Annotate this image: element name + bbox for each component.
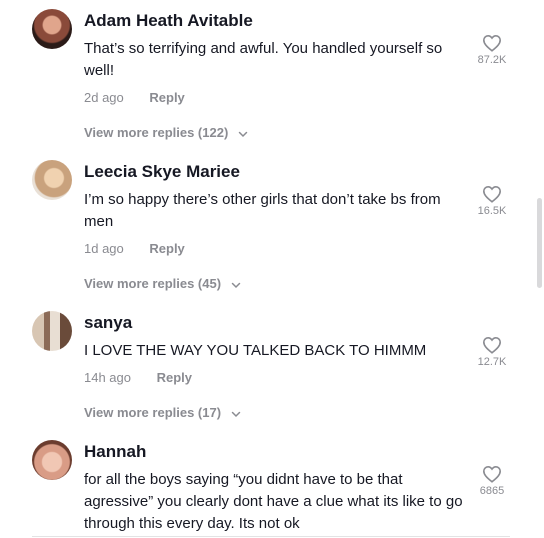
reply-button[interactable]: Reply	[149, 241, 184, 256]
reply-button[interactable]: Reply	[149, 90, 184, 105]
chevron-down-icon	[231, 282, 240, 288]
comment-time: 14h ago	[84, 370, 131, 385]
heart-outline-icon	[482, 34, 502, 52]
view-more-replies-label: View more replies (17)	[84, 405, 222, 420]
like-count: 6865	[479, 485, 505, 497]
scrollbar-thumb[interactable]	[537, 198, 542, 288]
view-more-replies-label: View more replies (45)	[84, 276, 222, 291]
user-avatar[interactable]	[32, 440, 72, 480]
comment-text: That’s so terrifying and awful. You hand…	[84, 40, 443, 79]
comment-time: 1d ago	[84, 241, 124, 256]
comment-time: 2d ago	[84, 90, 124, 105]
heart-outline-icon	[482, 185, 502, 203]
comment-meta: 1d ago Reply	[84, 241, 185, 256]
like-button[interactable]: 16.5K	[470, 185, 514, 217]
user-avatar[interactable]	[32, 9, 72, 49]
comment-text: I’m so happy there’s other girls that do…	[84, 191, 441, 230]
like-count: 87.2K	[477, 54, 507, 66]
heart-outline-icon	[482, 465, 502, 483]
heart-outline-icon	[482, 336, 502, 354]
comment-username[interactable]: Adam Heath Avitable	[84, 11, 253, 31]
comment-text: I LOVE THE WAY YOU TALKED BACK TO HIMMM	[84, 342, 427, 359]
user-avatar[interactable]	[32, 160, 72, 200]
view-more-replies-button[interactable]: View more replies (17)	[84, 405, 241, 420]
comment-text: for all the boys saying “you didnt have …	[84, 471, 463, 532]
comment-username[interactable]: sanya	[84, 313, 132, 333]
like-count: 12.7K	[477, 356, 507, 368]
chevron-down-icon	[231, 411, 240, 417]
like-count: 16.5K	[477, 205, 507, 217]
divider	[32, 536, 510, 537]
comment-username[interactable]: Hannah	[84, 442, 146, 462]
like-button[interactable]: 6865	[470, 465, 514, 497]
view-more-replies-button[interactable]: View more replies (45)	[84, 276, 241, 291]
reply-button[interactable]: Reply	[157, 370, 192, 385]
like-button[interactable]: 12.7K	[470, 336, 514, 368]
view-more-replies-button[interactable]: View more replies (122)	[84, 125, 248, 140]
comment-meta: 2d ago Reply	[84, 90, 185, 105]
comment-username[interactable]: Leecia Skye Mariee	[84, 162, 240, 182]
view-more-replies-label: View more replies (122)	[84, 125, 229, 140]
user-avatar[interactable]	[32, 311, 72, 351]
comment-meta: 14h ago Reply	[84, 370, 192, 385]
like-button[interactable]: 87.2K	[470, 34, 514, 66]
chevron-down-icon	[238, 131, 248, 137]
